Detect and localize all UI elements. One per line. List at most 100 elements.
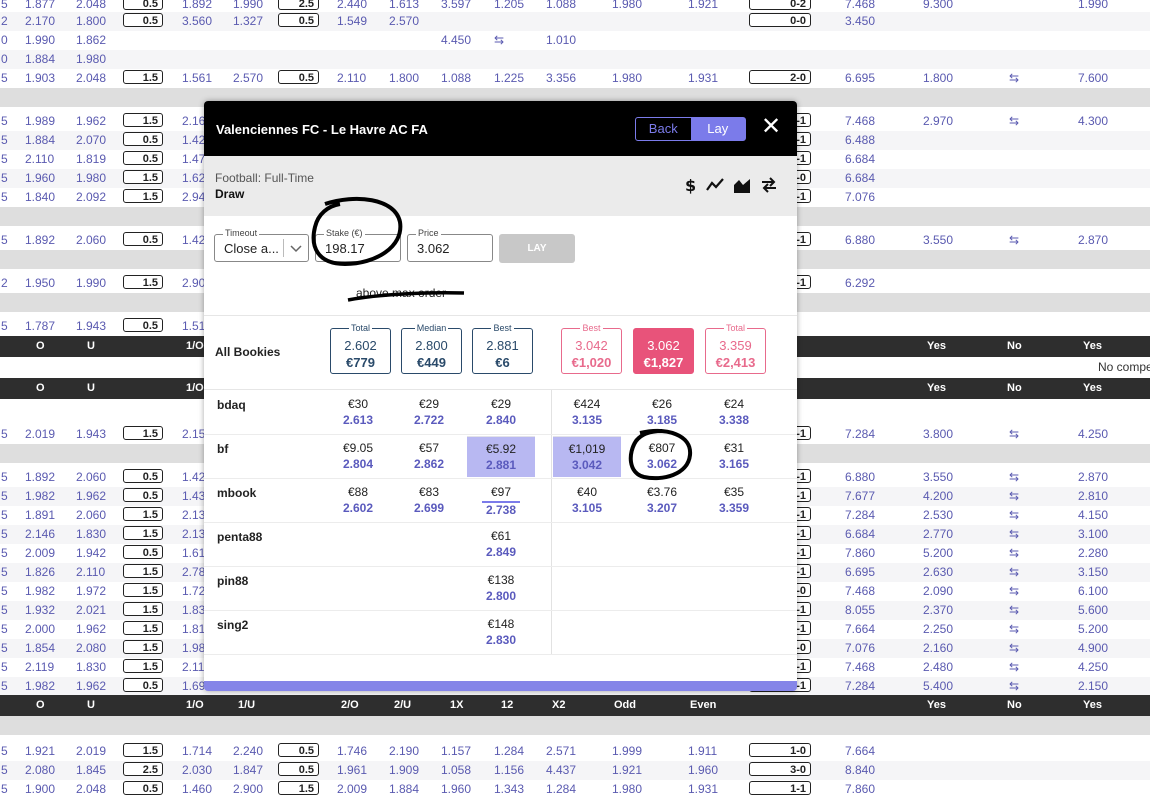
swap-icon[interactable]: ⇆ <box>1009 527 1019 541</box>
odds-cell[interactable]: 6.684 <box>845 152 875 166</box>
summary-box-2[interactable]: Best 2.881 €6 <box>472 323 533 374</box>
odds-cell[interactable]: €35 3.359 <box>700 480 768 520</box>
odds-cell[interactable]: 1.900 <box>25 782 55 796</box>
odds-cell[interactable]: 2.770 <box>923 527 953 541</box>
swap-icon[interactable]: ⇆ <box>1009 71 1019 85</box>
line-box[interactable]: 0.5 <box>123 318 163 332</box>
odds-cell[interactable]: 2.250 <box>923 622 953 636</box>
line-box[interactable]: 1.5 <box>123 507 163 521</box>
odds-cell[interactable]: 2.13 <box>182 508 205 522</box>
odds-cell[interactable]: 2.370 <box>923 603 953 617</box>
odds-cell[interactable]: 1.931 <box>688 782 718 796</box>
odds-cell[interactable]: 2.110 <box>76 565 105 579</box>
odds-cell[interactable]: 2.280 <box>1078 546 1108 560</box>
odds-cell[interactable]: 1.884 <box>25 133 55 147</box>
odds-cell[interactable]: €29 2.840 <box>467 392 535 432</box>
odds-cell[interactable]: 1.830 <box>76 660 106 674</box>
odds-cell[interactable]: 6.880 <box>845 470 875 484</box>
line-box[interactable]: 1-0 <box>749 743 811 757</box>
swap-icon[interactable]: ⇆ <box>1009 565 1019 579</box>
odds-cell[interactable]: 1.990 <box>25 33 55 47</box>
odds-cell[interactable]: 1.840 <box>25 190 55 204</box>
odds-cell[interactable]: €138 2.800 <box>467 568 535 608</box>
odds-cell[interactable]: 2.11 <box>182 660 204 674</box>
odds-cell[interactable]: 1.284 <box>494 744 524 758</box>
odds-cell[interactable]: 1.962 <box>76 622 106 636</box>
odds-cell[interactable]: 1.980 <box>612 0 642 11</box>
odds-cell[interactable]: 2.970 <box>923 114 953 128</box>
odds-cell[interactable]: 3.550 <box>923 233 953 247</box>
odds-cell[interactable]: 2.571 <box>546 744 576 758</box>
swap-icon[interactable]: ⇆ <box>1009 489 1019 503</box>
summary-box-4[interactable]: 3.062 €1,827 <box>633 328 694 374</box>
line-box[interactable]: 0.5 <box>123 781 163 795</box>
odds-cell[interactable]: 2.870 <box>1078 470 1108 484</box>
odds-cell[interactable]: 7.284 <box>845 427 875 441</box>
odds-cell[interactable]: 1.892 <box>25 470 55 484</box>
summary-box-0[interactable]: Total 2.602 €779 <box>330 323 391 374</box>
odds-cell[interactable]: 1.911 <box>688 744 717 758</box>
odds-cell[interactable]: 3.150 <box>1078 565 1108 579</box>
line-box[interactable]: 1.5 <box>123 564 163 578</box>
lay-button[interactable]: LAY <box>499 234 575 263</box>
odds-cell[interactable]: 1.69 <box>182 679 205 693</box>
odds-cell[interactable]: 7.076 <box>845 190 875 204</box>
line-box[interactable]: 0.5 <box>278 70 319 84</box>
odds-cell[interactable]: 2.15 <box>182 427 205 441</box>
odds-cell[interactable]: 1.990 <box>233 0 263 11</box>
odds-cell[interactable]: 2.070 <box>76 133 106 147</box>
odds-cell[interactable]: €61 2.849 <box>467 524 535 564</box>
odds-cell[interactable]: 2.900 <box>233 782 263 796</box>
line-box[interactable]: 1.5 <box>123 602 163 616</box>
odds-cell[interactable]: 3.550 <box>923 470 953 484</box>
odds-cell[interactable]: 8.055 <box>845 603 875 617</box>
swap-icon[interactable]: ⇆ <box>1009 641 1019 655</box>
odds-cell[interactable]: 1.961 <box>337 763 367 777</box>
odds-cell[interactable]: 2.021 <box>76 603 106 617</box>
swap-icon[interactable] <box>760 176 778 194</box>
odds-cell[interactable]: 1.942 <box>76 546 106 560</box>
odds-cell[interactable]: 1.862 <box>76 33 106 47</box>
odds-cell[interactable]: 2.78 <box>182 565 205 579</box>
summary-box-1[interactable]: Median 2.800 €449 <box>401 323 462 374</box>
line-box[interactable]: 0.5 <box>278 762 319 776</box>
odds-cell[interactable]: 7.860 <box>845 546 875 560</box>
odds-cell[interactable]: 7.468 <box>845 660 875 674</box>
line-box[interactable]: 0.5 <box>123 488 163 502</box>
odds-cell[interactable]: €26 3.185 <box>628 392 696 432</box>
odds-cell[interactable]: 4.250 <box>1078 427 1108 441</box>
line-box[interactable]: 0.5 <box>123 545 163 559</box>
odds-cell[interactable]: 1.972 <box>76 584 106 598</box>
line-box[interactable]: 1-1 <box>749 781 811 795</box>
swap-icon[interactable]: ⇆ <box>494 33 504 47</box>
line-box[interactable]: 1.5 <box>123 526 163 540</box>
odds-cell[interactable]: 2.019 <box>76 744 106 758</box>
odds-cell[interactable]: €3.76 3.207 <box>628 480 696 520</box>
odds-cell[interactable]: 1.847 <box>233 763 263 777</box>
swap-icon[interactable]: ⇆ <box>1009 470 1019 484</box>
odds-cell[interactable]: 2.060 <box>76 508 106 522</box>
odds-cell[interactable]: 2.150 <box>1078 679 1108 693</box>
odds-cell[interactable]: 1.892 <box>182 0 212 11</box>
odds-cell[interactable]: 6.880 <box>845 233 875 247</box>
odds-cell[interactable]: €83 2.699 <box>395 480 463 520</box>
swap-icon[interactable]: ⇆ <box>1009 508 1019 522</box>
line-box[interactable]: 1.5 <box>123 170 163 184</box>
odds-cell[interactable]: 1.43 <box>182 489 205 503</box>
odds-cell[interactable]: 7.860 <box>845 782 875 796</box>
odds-cell[interactable]: 3.356 <box>546 71 576 85</box>
odds-cell[interactable]: 7.677 <box>845 489 875 503</box>
odds-cell[interactable]: 3.800 <box>923 427 953 441</box>
swap-icon[interactable]: ⇆ <box>1009 546 1019 560</box>
odds-cell[interactable]: 1.343 <box>494 782 524 796</box>
odds-cell[interactable]: 1.903 <box>25 71 55 85</box>
odds-cell[interactable]: €1,019 3.042 <box>553 436 621 477</box>
odds-cell[interactable]: 1.982 <box>25 679 55 693</box>
dollar-icon[interactable]: $ <box>681 176 699 194</box>
odds-cell[interactable]: 1.845 <box>76 763 106 777</box>
swap-icon[interactable]: ⇆ <box>1009 679 1019 693</box>
back-toggle-button[interactable]: Back <box>636 118 691 140</box>
odds-cell[interactable]: 1.787 <box>25 319 55 333</box>
odds-cell[interactable]: 7.600 <box>1078 71 1108 85</box>
line-box[interactable]: 0.5 <box>123 469 163 483</box>
